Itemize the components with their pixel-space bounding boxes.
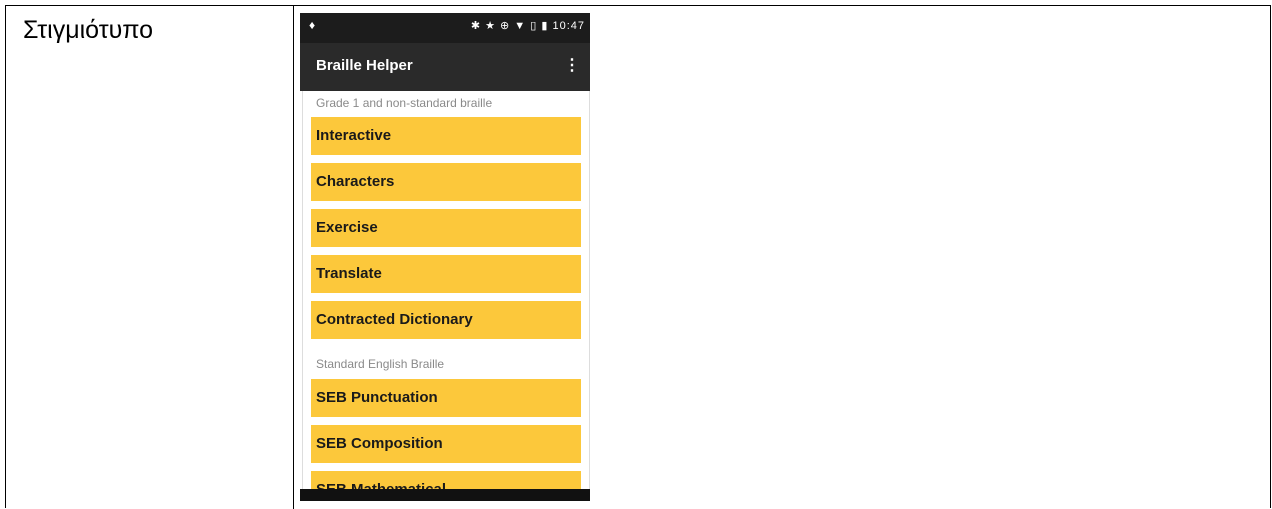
menu-item-label: Characters [316, 173, 395, 190]
menu-item-seb-composition[interactable]: SEB Composition [311, 425, 581, 463]
status-time: 10:47 [552, 20, 585, 32]
menu-item-label: SEB Composition [316, 435, 443, 452]
status-icons: ✱ ★ ⊕ ▼ ▯ ▮ 10:47 [471, 19, 585, 32]
menu-item-label: Interactive [316, 127, 392, 144]
location-pin-icon: ♦ [309, 18, 316, 32]
menu-item-seb-punctuation[interactable]: SEB Punctuation [311, 379, 581, 417]
menu-list: Grade 1 and non-standard braille Interac… [302, 91, 590, 501]
menu-item-label: Exercise [316, 219, 378, 236]
section-header-grade1: Grade 1 and non-standard braille [316, 96, 493, 110]
status-icon-group: ✱ ★ ⊕ ▼ ▯ ▮ [470, 20, 549, 32]
menu-item-interactive[interactable]: Interactive [311, 117, 581, 155]
phone-screenshot: ♦ ✱ ★ ⊕ ▼ ▯ ▮ 10:47 Braille Helper ⋮ Gra… [300, 13, 590, 501]
menu-item-translate[interactable]: Translate [311, 255, 581, 293]
navigation-bar [300, 489, 590, 501]
menu-item-characters[interactable]: Characters [311, 163, 581, 201]
app-title: Braille Helper [316, 57, 413, 74]
document-table: Στιγμιότυπο [5, 5, 1271, 509]
menu-item-exercise[interactable]: Exercise [311, 209, 581, 247]
menu-item-contracted-dictionary[interactable]: Contracted Dictionary [311, 301, 581, 339]
app-bar: Braille Helper ⋮ [300, 43, 590, 91]
row-label: Στιγμιότυπο [23, 16, 154, 44]
overflow-menu-icon[interactable]: ⋮ [564, 55, 580, 77]
menu-item-label: Translate [316, 265, 382, 282]
menu-item-label: SEB Punctuation [316, 389, 438, 406]
column-divider [293, 6, 294, 509]
menu-item-label: Contracted Dictionary [316, 311, 473, 328]
section-header-seb: Standard English Braille [316, 357, 445, 371]
status-bar: ♦ ✱ ★ ⊕ ▼ ▯ ▮ 10:47 [300, 13, 590, 43]
